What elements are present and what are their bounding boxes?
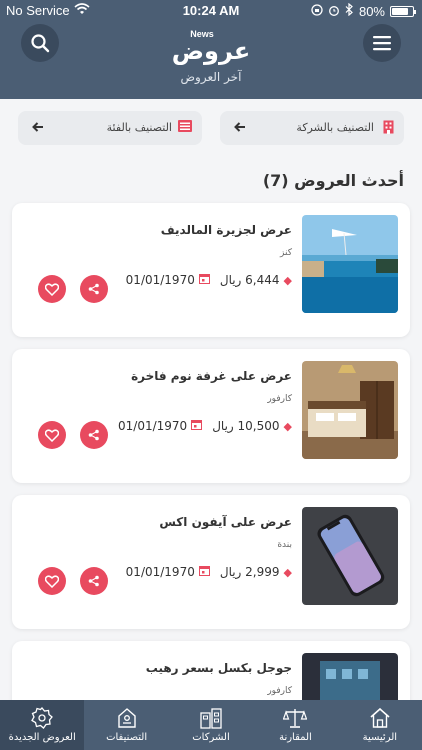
alarm-icon <box>328 4 340 19</box>
section-title: أحدث العروض (7) <box>262 171 404 190</box>
offer-price: 6,444 ريال <box>219 273 280 287</box>
home-icon <box>370 707 390 728</box>
tag-icon <box>117 708 136 728</box>
rotation-lock-icon <box>311 3 323 19</box>
filter-by-category-label: التصنيف بالفئة <box>106 121 172 134</box>
favorite-button[interactable] <box>38 567 66 595</box>
share-icon <box>88 429 99 441</box>
badge-icon <box>31 707 54 729</box>
tab-label: الشركات <box>192 732 230 743</box>
battery-percent: 80% <box>358 3 385 19</box>
offer-company: كارفور <box>267 394 292 404</box>
tab-home[interactable]: الرئيسية <box>338 700 422 750</box>
calendar-icon <box>198 273 210 287</box>
offer-date: 01/01/1970 <box>125 273 195 287</box>
offer-title: عرض على غرفة نوم فاخرة <box>131 369 292 383</box>
status-bar: No Service 10:24 AM 80% <box>0 0 422 22</box>
offer-title: عرض لجزيرة المالديف <box>160 223 292 237</box>
calendar-icon <box>198 565 210 579</box>
offer-title: عرض على آيفون اكس <box>159 515 292 529</box>
offer-card[interactable]: عرض على غرفة نوم فاخرة كارفور ◆ 10,500 ر… <box>12 349 410 483</box>
filter-by-company-button[interactable]: التصنيف بالشركة <box>220 111 404 145</box>
arrow-left-icon <box>234 121 246 136</box>
hamburger-icon <box>373 36 391 51</box>
offer-company: كارفور <box>267 686 292 696</box>
app-header: No Service 10:24 AM 80% News عروض آخر ال… <box>0 0 422 99</box>
header-subtitle: آخر العروض <box>180 70 242 84</box>
tab-categories[interactable]: التصنيفات <box>84 700 168 750</box>
offer-price: 10,500 ريال <box>212 419 280 433</box>
calendar-icon <box>191 419 203 433</box>
price-tag-icon: ◆ <box>283 273 292 287</box>
offer-date: 01/01/1970 <box>118 419 188 433</box>
logo-brand: عروض <box>171 37 251 65</box>
offer-card[interactable]: عرض على آيفون اكس بندة ◆ 2,999 ريال 01/0… <box>12 495 410 629</box>
building-icon <box>383 120 394 137</box>
offer-company: بندة <box>277 540 292 550</box>
offer-image-iphone <box>302 507 398 605</box>
tab-companies[interactable]: الشركات <box>169 700 253 750</box>
bluetooth-icon <box>345 2 354 19</box>
battery-icon <box>390 5 416 17</box>
favorite-button[interactable] <box>38 421 66 449</box>
arrow-left-icon <box>32 121 44 136</box>
filter-by-company-label: التصنيف بالشركة <box>296 121 374 134</box>
bottom-navigation: العروض الجديدة التصنيفات الشركات المقارن… <box>0 700 422 750</box>
share-button[interactable] <box>80 421 108 449</box>
heart-icon <box>45 282 59 296</box>
favorite-button[interactable] <box>38 275 66 303</box>
list-icon <box>178 120 192 135</box>
share-icon <box>88 575 99 587</box>
offer-image-maldives <box>302 215 398 313</box>
share-button[interactable] <box>80 275 108 303</box>
scale-icon <box>283 709 308 728</box>
tab-label: المقارنة <box>279 732 312 743</box>
tab-label: العروض الجديدة <box>8 732 76 743</box>
app-logo: News عروض <box>0 22 422 65</box>
heart-icon <box>45 574 59 588</box>
offer-company: كنز <box>280 248 292 258</box>
offer-image-bedroom <box>302 361 398 459</box>
share-icon <box>88 283 99 295</box>
offer-meta: ◆ 6,444 ريال 01/01/1970 <box>126 273 292 287</box>
heart-icon <box>45 428 59 442</box>
offer-title: جوجل بكسل بسعر رهيب <box>145 661 292 675</box>
filter-by-category-button[interactable]: التصنيف بالفئة <box>18 111 202 145</box>
buildings-icon <box>200 708 222 729</box>
price-tag-icon: ◆ <box>283 565 292 579</box>
tab-compare[interactable]: المقارنة <box>253 700 337 750</box>
offer-meta: ◆ 2,999 ريال 01/01/1970 <box>126 565 292 579</box>
share-button[interactable] <box>80 567 108 595</box>
tab-new-offers[interactable]: العروض الجديدة <box>0 700 85 750</box>
offer-date: 01/01/1970 <box>125 565 195 579</box>
price-tag-icon: ◆ <box>283 419 292 433</box>
tab-label: التصنيفات <box>106 732 148 743</box>
offer-meta: ◆ 10,500 ريال 01/01/1970 <box>118 419 292 433</box>
menu-button[interactable] <box>363 24 401 62</box>
tab-label: الرئيسية <box>362 732 398 743</box>
offer-price: 2,999 ريال <box>219 565 280 579</box>
battery-fill <box>392 7 408 15</box>
offer-card[interactable]: عرض لجزيرة المالديف كنز ◆ 6,444 ريال 01/… <box>12 203 410 337</box>
